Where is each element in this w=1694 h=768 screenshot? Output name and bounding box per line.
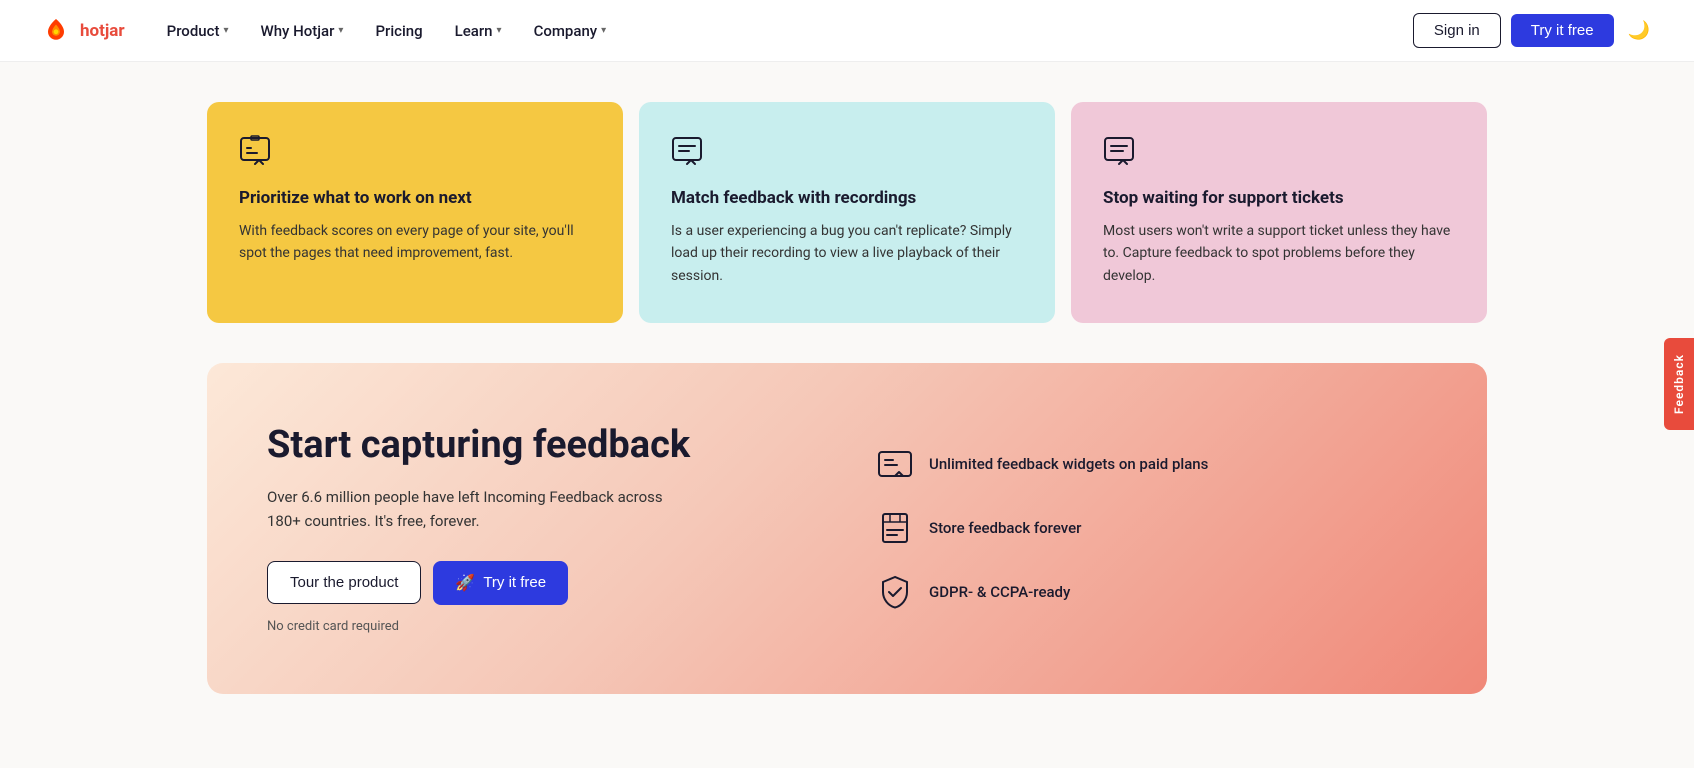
cta-buttons: Tour the product 🚀 Try it free bbox=[267, 561, 817, 605]
logo[interactable]: hotjar bbox=[40, 15, 125, 47]
card-match-body: Is a user experiencing a bug you can't r… bbox=[671, 220, 1023, 287]
cta-subtext: Over 6.6 million people have left Incomi… bbox=[267, 485, 687, 533]
card-match-title: Match feedback with recordings bbox=[671, 188, 1023, 208]
feedback-tab-label: Feedback bbox=[1672, 354, 1686, 414]
nav-item-product[interactable]: Product ▾ bbox=[153, 14, 243, 48]
feature-gdpr-icon bbox=[877, 574, 913, 610]
feature-unlimited-text: Unlimited feedback widgets on paid plans bbox=[929, 455, 1208, 473]
nav-company-label: Company bbox=[534, 22, 598, 40]
cta-section: Start capturing feedback Over 6.6 millio… bbox=[207, 363, 1487, 694]
nav-item-learn[interactable]: Learn ▾ bbox=[441, 14, 516, 48]
card-prioritize-title: Prioritize what to work on next bbox=[239, 188, 591, 208]
rocket-icon: 🚀 bbox=[455, 573, 475, 593]
feature-cards-row: Prioritize what to work on next With fee… bbox=[207, 102, 1487, 323]
card-match-icon bbox=[671, 134, 1023, 170]
no-credit-card-label: No credit card required bbox=[267, 619, 817, 634]
cta-right: Unlimited feedback widgets on paid plans… bbox=[877, 446, 1427, 610]
card-prioritize-body: With feedback scores on every page of yo… bbox=[239, 220, 591, 265]
nav-product-chevron: ▾ bbox=[223, 25, 228, 36]
nav-right: Sign in Try it free 🌙 bbox=[1413, 13, 1654, 48]
card-support-icon bbox=[1103, 134, 1455, 170]
feature-unlimited: Unlimited feedback widgets on paid plans bbox=[877, 446, 1427, 482]
card-prioritize-icon bbox=[239, 134, 591, 170]
sign-in-button[interactable]: Sign in bbox=[1413, 13, 1501, 48]
nav-item-why-hotjar[interactable]: Why Hotjar ▾ bbox=[246, 14, 357, 48]
cta-heading: Start capturing feedback bbox=[267, 423, 817, 469]
nav-company-chevron: ▾ bbox=[601, 25, 606, 36]
feature-gdpr: GDPR- & CCPA-ready bbox=[877, 574, 1427, 610]
dark-mode-toggle[interactable]: 🌙 bbox=[1624, 16, 1654, 45]
nav-item-pricing[interactable]: Pricing bbox=[361, 14, 436, 48]
nav-product-label: Product bbox=[167, 22, 220, 40]
nav-item-company[interactable]: Company ▾ bbox=[520, 14, 621, 48]
navbar: hotjar Product ▾ Why Hotjar ▾ Pricing Le… bbox=[0, 0, 1694, 62]
nav-pricing-label: Pricing bbox=[375, 22, 422, 40]
hotjar-logo-icon bbox=[40, 15, 72, 47]
card-prioritize: Prioritize what to work on next With fee… bbox=[207, 102, 623, 323]
feature-gdpr-text: GDPR- & CCPA-ready bbox=[929, 583, 1070, 601]
nav-why-label: Why Hotjar bbox=[260, 22, 334, 40]
nav-left: hotjar Product ▾ Why Hotjar ▾ Pricing Le… bbox=[40, 14, 620, 48]
main-content: Prioritize what to work on next With fee… bbox=[167, 62, 1527, 694]
feedback-sidebar-tab[interactable]: Feedback bbox=[1664, 338, 1694, 430]
logo-text: hotjar bbox=[80, 21, 125, 41]
feature-store: Store feedback forever bbox=[877, 510, 1427, 546]
feature-store-text: Store feedback forever bbox=[929, 519, 1081, 537]
card-match-feedback: Match feedback with recordings Is a user… bbox=[639, 102, 1055, 323]
tour-product-button[interactable]: Tour the product bbox=[267, 561, 421, 604]
cta-left: Start capturing feedback Over 6.6 millio… bbox=[267, 423, 817, 634]
try-it-free-nav-button[interactable]: Try it free bbox=[1511, 14, 1614, 47]
try-it-free-cta-button[interactable]: 🚀 Try it free bbox=[433, 561, 568, 605]
card-support-body: Most users won't write a support ticket … bbox=[1103, 220, 1455, 287]
card-support-title: Stop waiting for support tickets bbox=[1103, 188, 1455, 208]
card-support-tickets: Stop waiting for support tickets Most us… bbox=[1071, 102, 1487, 323]
nav-learn-label: Learn bbox=[455, 22, 493, 40]
nav-learn-chevron: ▾ bbox=[497, 25, 502, 36]
feature-unlimited-icon bbox=[877, 446, 913, 482]
nav-why-chevron: ▾ bbox=[338, 25, 343, 36]
feature-store-icon bbox=[877, 510, 913, 546]
try-it-free-cta-label: Try it free bbox=[483, 574, 546, 591]
